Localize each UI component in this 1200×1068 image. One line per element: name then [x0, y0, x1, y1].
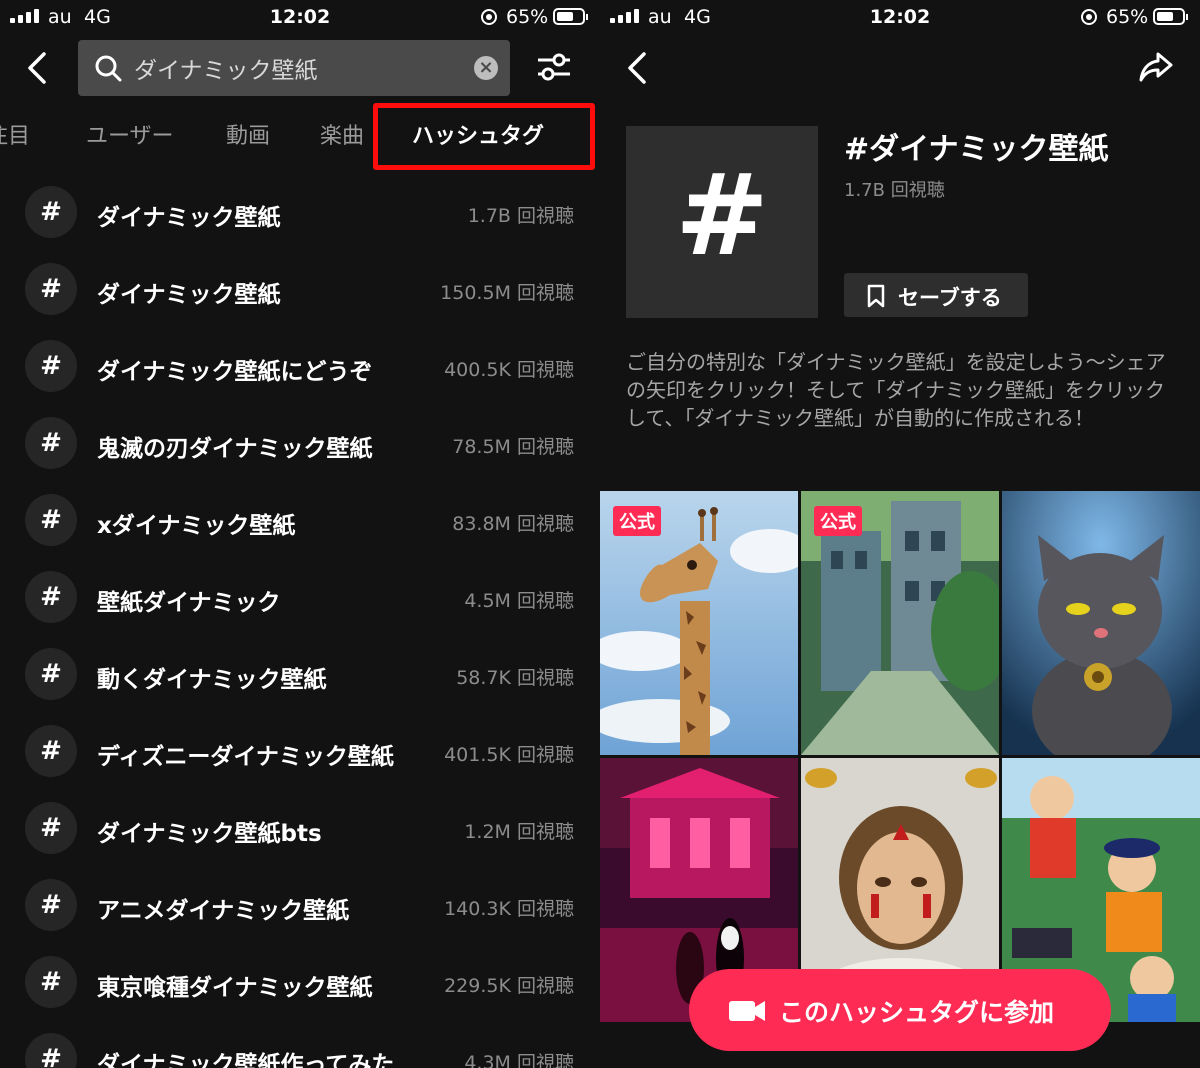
tab-users[interactable]: ユーザー — [86, 118, 174, 150]
search-results-screen: au 4G 12:02 65% × 注目 ユーザー 動画 楽曲 ハッシュタグ #… — [0, 0, 600, 1068]
status-bar: au 4G 12:02 65% — [0, 0, 600, 34]
hashtag-result-name: ダイナミック壁紙bts — [97, 821, 322, 847]
hashtag-result-row[interactable]: # ダイナミック壁紙作ってみた 4.3M 回視聴 — [0, 1021, 600, 1068]
hashtag-result-views: 401.5K 回視聴 — [444, 744, 574, 766]
join-hashtag-button[interactable]: このハッシュタグに参加 — [689, 969, 1111, 1051]
hashtag-icon: # — [25, 186, 77, 238]
hashtag-result-row[interactable]: # 動くダイナミック壁紙 58.7K 回視聴 — [0, 636, 600, 713]
hashtag-result-views: 4.3M 回視聴 — [464, 1052, 574, 1068]
hashtag-result-name: ダイナミック壁紙作ってみた — [97, 1052, 395, 1068]
hashtag-icon: # — [25, 417, 77, 469]
back-button[interactable] — [24, 50, 52, 86]
hashtag-result-views: 1.2M 回視聴 — [464, 821, 574, 843]
hashtag-result-views: 1.7B 回視聴 — [467, 205, 574, 227]
hashtag-result-name: 東京喰種ダイナミック壁紙 — [97, 975, 373, 1001]
search-input[interactable] — [134, 50, 464, 86]
video-thumbnail[interactable]: 公式 — [600, 491, 798, 755]
video-thumbnail[interactable]: 公式 — [801, 491, 999, 755]
hashtag-result-views: 4.5M 回視聴 — [464, 590, 574, 612]
save-button-label: セーブする — [898, 286, 1002, 310]
hashtag-thumbnail: # — [626, 126, 818, 318]
hashtag-result-views: 229.5K 回視聴 — [444, 975, 574, 997]
hashtag-tab-highlight — [373, 103, 595, 170]
save-button[interactable]: セーブする — [844, 273, 1028, 317]
hashtag-result-row[interactable]: # xダイナミック壁紙 83.8M 回視聴 — [0, 482, 600, 559]
hashtag-result-views: 400.5K 回視聴 — [444, 359, 574, 381]
hashtag-result-row[interactable]: # ダイナミック壁紙 150.5M 回視聴 — [0, 251, 600, 328]
hashtag-result-name: ダイナミック壁紙 — [97, 282, 281, 308]
hashtag-icon: # — [25, 879, 77, 931]
hashtag-result-name: ディズニーダイナミック壁紙 — [97, 744, 394, 770]
rotation-lock-icon — [481, 9, 497, 25]
hashtag-result-views: 150.5M 回視聴 — [440, 282, 574, 304]
hashtag-icon: # — [25, 494, 77, 546]
battery-level — [557, 12, 573, 21]
hashtag-result-row[interactable]: # 壁紙ダイナミック 4.5M 回視聴 — [0, 559, 600, 636]
hashtag-content: # #ダイナミック壁紙 1.7B 回視聴 セーブする ご自分の特別な「ダイナミッ… — [600, 0, 1200, 1068]
video-camera-icon — [729, 1001, 765, 1021]
hashtag-result-views: 140.3K 回視聴 — [444, 898, 574, 920]
hashtag-result-name: ダイナミック壁紙にどうぞ — [97, 359, 373, 385]
hashtag-result-row[interactable]: # ダイナミック壁紙 1.7B 回視聴 — [0, 174, 600, 251]
official-badge: 公式 — [814, 506, 862, 536]
search-icon — [95, 55, 122, 82]
hashtag-icon: # — [25, 725, 77, 777]
hashtag-icon: # — [25, 648, 77, 700]
hashtag-result-name: ダイナミック壁紙 — [97, 205, 281, 231]
hashtag-description: ご自分の特別な「ダイナミック壁紙」を設定しよう〜シェアの矢印をクリック！そして「… — [626, 350, 1166, 430]
hashtag-result-row[interactable]: # 東京喰種ダイナミック壁紙 229.5K 回視聴 — [0, 944, 600, 1021]
hashtag-result-row[interactable]: # ダイナミック壁紙にどうぞ 400.5K 回視聴 — [0, 328, 600, 405]
official-badge: 公式 — [613, 506, 661, 536]
tab-top[interactable]: 注目 — [0, 118, 30, 150]
hashtag-result-name: 鬼滅の刃ダイナミック壁紙 — [97, 436, 373, 462]
hashtag-view-count: 1.7B 回視聴 — [844, 180, 945, 201]
join-hashtag-label: このハッシュタグに参加 — [779, 998, 1055, 1027]
hashtag-icon: # — [25, 956, 77, 1008]
hashtag-result-row[interactable]: # アニメダイナミック壁紙 140.3K 回視聴 — [0, 867, 600, 944]
hashtag-result-views: 58.7K 回視聴 — [456, 667, 574, 689]
hashtag-result-row[interactable]: # ダイナミック壁紙bts 1.2M 回視聴 — [0, 790, 600, 867]
hashtag-result-views: 83.8M 回視聴 — [452, 513, 574, 535]
hashtag-icon: # — [25, 1033, 77, 1068]
hashtag-result-row[interactable]: # ディズニーダイナミック壁紙 401.5K 回視聴 — [0, 713, 600, 790]
hashtag-result-views: 78.5M 回視聴 — [452, 436, 574, 458]
hashtag-symbol: # — [675, 151, 769, 281]
hashtag-icon: # — [25, 571, 77, 623]
tab-videos[interactable]: 動画 — [226, 118, 270, 150]
hashtag-result-name: xダイナミック壁紙 — [97, 513, 296, 539]
hashtag-result-name: 動くダイナミック壁紙 — [97, 667, 327, 693]
search-bar[interactable]: × — [78, 40, 510, 96]
tab-sounds[interactable]: 楽曲 — [320, 118, 364, 150]
hashtag-result-name: アニメダイナミック壁紙 — [97, 898, 350, 924]
bookmark-icon — [867, 284, 885, 308]
clear-search-icon[interactable]: × — [474, 56, 498, 80]
video-thumbnail[interactable] — [1002, 491, 1200, 755]
hashtag-result-row[interactable]: # 鬼滅の刃ダイナミック壁紙 78.5M 回視聴 — [0, 405, 600, 482]
hashtag-icon: # — [25, 340, 77, 392]
battery-icon — [553, 8, 588, 25]
battery-percent: 65% — [506, 6, 549, 28]
filter-icon[interactable] — [536, 50, 572, 84]
hashtag-icon: # — [25, 802, 77, 854]
hashtag-title: #ダイナミック壁紙 — [844, 132, 1109, 167]
hashtag-icon: # — [25, 263, 77, 315]
hashtag-result-name: 壁紙ダイナミック — [97, 590, 281, 616]
